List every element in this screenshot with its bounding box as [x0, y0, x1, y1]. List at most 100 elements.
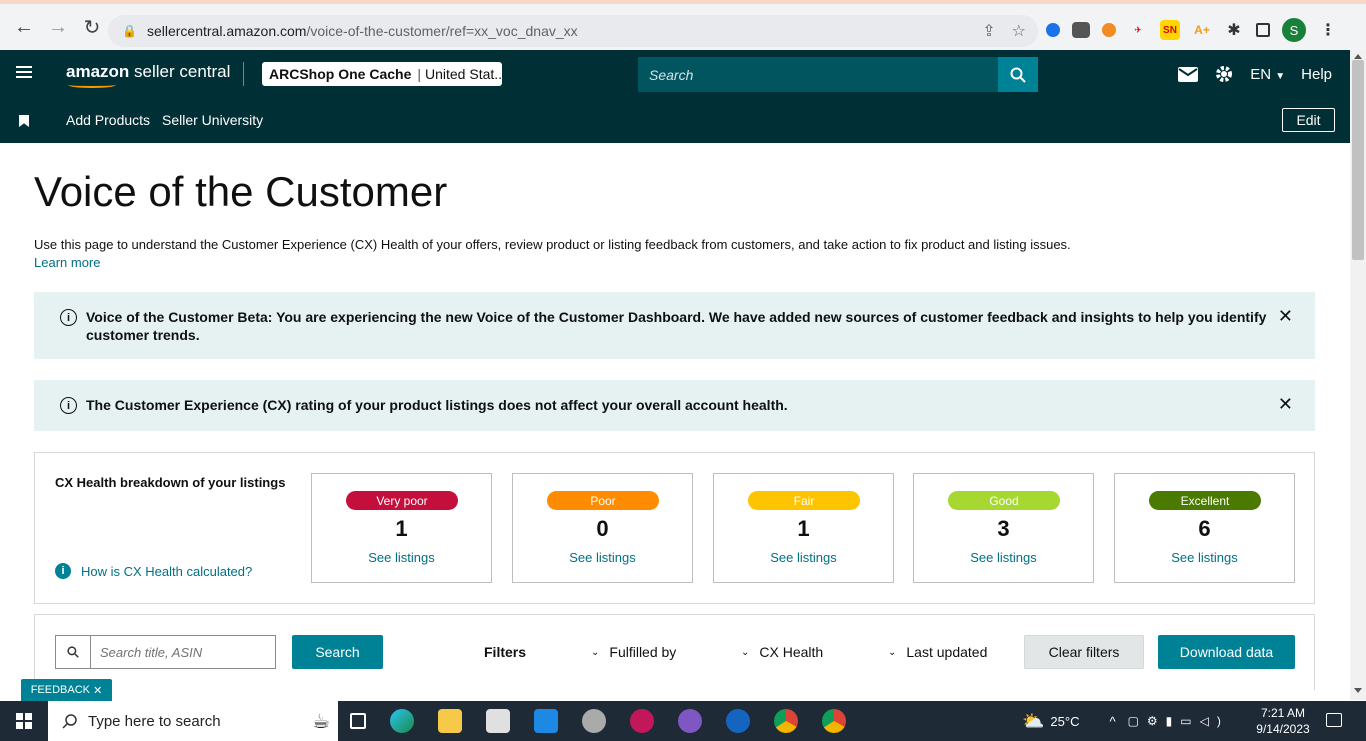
cx-card-good: Good 3 See listings [913, 473, 1094, 583]
help-link[interactable]: Help [1301, 66, 1332, 83]
file-explorer-icon[interactable] [438, 709, 462, 733]
info-icon: i [60, 309, 77, 326]
learn-more-link[interactable]: Learn more [34, 255, 100, 270]
scroll-down-arrow[interactable] [1354, 688, 1362, 693]
chevron-down-icon: ⌄ [888, 646, 897, 658]
temperature[interactable]: 25°C [1050, 714, 1079, 729]
system-clock[interactable]: 7:21 AM 9/14/2023 [1253, 705, 1313, 737]
last-updated-dropdown[interactable]: ⌄ Last updated [888, 644, 987, 660]
see-listings-link[interactable]: See listings [513, 550, 692, 565]
header-search-input[interactable]: Search [638, 57, 998, 92]
windows-start-icon[interactable] [16, 713, 32, 729]
edit-button[interactable]: Edit [1282, 108, 1335, 132]
notifications-icon[interactable] [1326, 713, 1342, 727]
close-icon[interactable]: ✕ [93, 684, 102, 697]
browser-menu-icon[interactable]: ⋮ [1318, 20, 1338, 40]
cx-health-dropdown[interactable]: ⌄ CX Health [741, 644, 823, 660]
share-icon[interactable]: ⇪ [982, 21, 995, 41]
cx-count: 1 [395, 516, 408, 541]
scroll-up-arrow[interactable] [1354, 54, 1362, 59]
profile-avatar[interactable]: S [1282, 18, 1306, 42]
chrome-icon[interactable] [774, 709, 798, 733]
reload-icon[interactable]: ↻ [78, 13, 106, 41]
store-selector[interactable]: ARCShop One Cache | United Stat... [262, 62, 502, 86]
cx-badge: Very poor [346, 491, 458, 510]
page-scrollbar[interactable] [1350, 50, 1366, 700]
cx-card-very-poor: Very poor 1 See listings [311, 473, 492, 583]
edge-icon[interactable] [390, 709, 414, 733]
page-title: Voice of the Customer [34, 168, 448, 215]
url-host: sellercentral.amazon.com [146, 23, 307, 39]
download-data-button[interactable]: Download data [1158, 635, 1295, 669]
bookmark-bar: Add Products Seller University Edit [0, 98, 1350, 143]
see-listings-link[interactable]: See listings [312, 550, 491, 565]
see-listings-link[interactable]: See listings [1115, 550, 1294, 565]
close-icon[interactable]: ✕ [1278, 394, 1293, 415]
gear-icon[interactable] [1214, 64, 1234, 84]
extension-sn-icon[interactable]: SN [1160, 20, 1180, 40]
extension-icon[interactable]: ✈ [1128, 20, 1148, 40]
bookmark-icon[interactable] [19, 115, 29, 127]
store-icon[interactable] [486, 709, 510, 733]
search-icon [62, 714, 77, 729]
cx-badge: Excellent [1149, 491, 1261, 510]
chrome-icon[interactable] [822, 709, 846, 733]
filters-label: Filters [484, 644, 527, 660]
address-bar[interactable]: 🔒 sellercentral.amazon.com/voice-of-the-… [108, 15, 1038, 47]
cx-card-poor: Poor 0 See listings [512, 473, 693, 583]
hamburger-menu-icon[interactable] [16, 66, 32, 78]
search-icon [1010, 67, 1026, 83]
taskbar-search[interactable]: Type here to search ☕ [48, 701, 338, 741]
seller-central-header: amazon seller central ARCShop One Cache |… [0, 50, 1350, 98]
listing-search-input[interactable]: Search title, ASIN [90, 635, 276, 669]
app-icon[interactable] [582, 709, 606, 733]
extension-icon[interactable] [1102, 23, 1116, 37]
extension-icon[interactable] [1046, 23, 1060, 37]
cx-badge: Good [948, 491, 1060, 510]
nav-add-products[interactable]: Add Products [66, 112, 150, 128]
extension-icon[interactable] [1072, 22, 1090, 38]
bookmark-star-icon[interactable]: ☆ [1012, 21, 1026, 41]
see-listings-link[interactable]: See listings [914, 550, 1093, 565]
search-button[interactable]: Search [292, 635, 383, 669]
chevron-down-icon: ⌄ [591, 646, 600, 658]
info-icon: i [55, 563, 71, 579]
cx-count: 1 [797, 516, 810, 541]
store-name: ARCShop One Cache [269, 66, 412, 82]
language-selector[interactable]: EN ▼ [1250, 66, 1285, 83]
cx-card-excellent: Excellent 6 See listings [1114, 473, 1295, 583]
scroll-thumb[interactable] [1352, 60, 1364, 260]
cx-card-fair: Fair 1 See listings [713, 473, 894, 583]
weather-widget-icon[interactable]: ☕ [312, 709, 330, 734]
puzzle-icon[interactable]: ✱ [1224, 20, 1244, 40]
fulfilled-by-dropdown[interactable]: ⌄ Fulfilled by [591, 644, 676, 660]
weather-icon[interactable]: ⛅ [1022, 711, 1044, 732]
forward-arrow-icon[interactable]: → [44, 13, 72, 41]
wps-icon[interactable] [630, 709, 654, 733]
store-region: United Stat... [425, 66, 502, 82]
clear-filters-button[interactable]: Clear filters [1024, 635, 1144, 669]
see-listings-link[interactable]: See listings [714, 550, 893, 565]
zalo-icon[interactable] [726, 709, 750, 733]
cx-health-help-link[interactable]: i How is CX Health calculated? [55, 563, 252, 579]
cx-badge: Fair [748, 491, 860, 510]
tray-chevron-icon[interactable]: ^ [1109, 714, 1115, 729]
feedback-button[interactable]: FEEDBACK ✕ [21, 679, 112, 701]
tray-icons[interactable]: ▢⚙▮▭◁) [1128, 714, 1229, 728]
back-arrow-icon[interactable]: ← [10, 13, 38, 41]
mail-icon[interactable] [1178, 66, 1199, 82]
header-search-button[interactable] [998, 57, 1038, 92]
close-icon[interactable]: ✕ [1278, 306, 1293, 327]
side-panel-icon[interactable] [1256, 23, 1270, 37]
amazon-smile-icon [68, 82, 116, 88]
nav-seller-university[interactable]: Seller University [162, 112, 263, 128]
amazon-seller-central-logo[interactable]: amazon seller central [66, 62, 230, 82]
app-icon[interactable] [678, 709, 702, 733]
chevron-down-icon: ▼ [1275, 70, 1286, 82]
extension-aplus-icon[interactable]: A+ [1192, 20, 1212, 40]
mail-app-icon[interactable] [534, 709, 558, 733]
beta-alert-text: Voice of the Customer Beta: You are expe… [86, 309, 1267, 343]
chevron-down-icon: ⌄ [741, 646, 750, 658]
cx-badge: Poor [547, 491, 659, 510]
task-view-icon[interactable] [350, 713, 366, 729]
